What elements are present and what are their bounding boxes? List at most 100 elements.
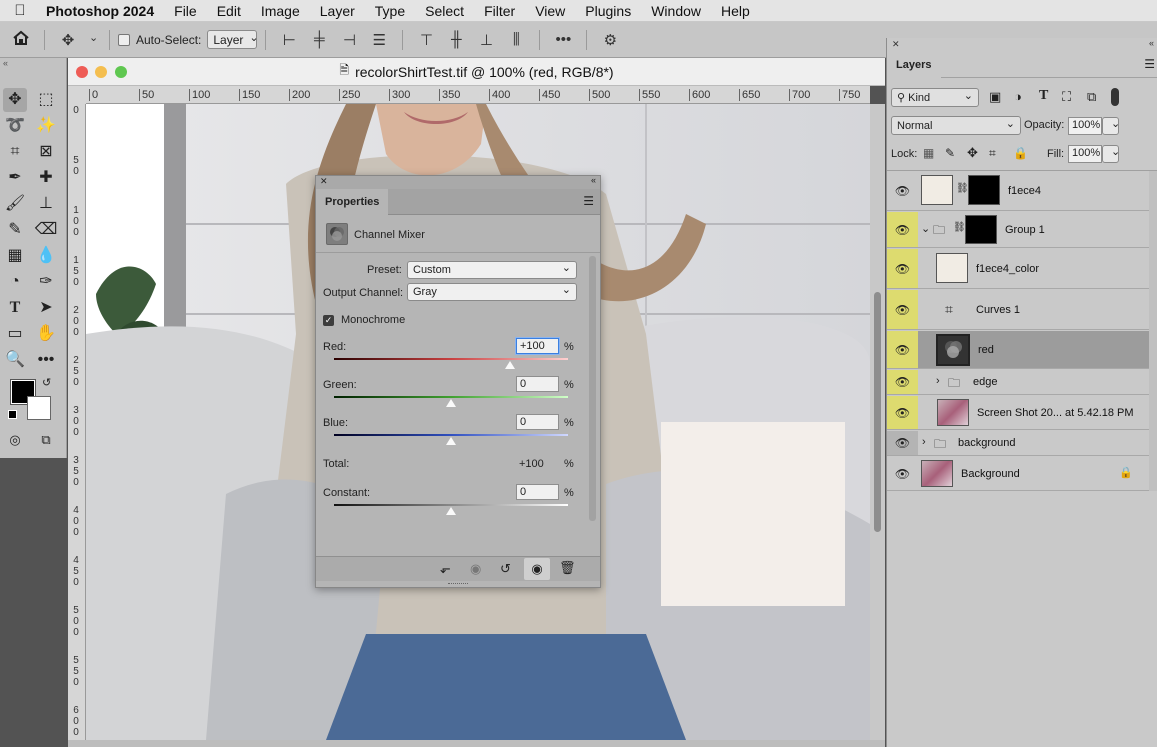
menu-help[interactable]: Help	[711, 0, 760, 22]
visibility-toggle-icon[interactable]: ◉	[524, 558, 550, 580]
layer-name[interactable]: f1ece4	[1008, 185, 1041, 197]
constant-slider-thumb[interactable]	[446, 507, 456, 515]
background-color-swatch[interactable]	[27, 396, 51, 420]
chevron-down-icon[interactable]: ⌄	[921, 222, 930, 235]
layer-row-selected[interactable]: 👁 red	[887, 331, 1149, 369]
lock-position-icon[interactable]: ✥	[967, 145, 978, 161]
magic-wand-tool-icon[interactable]: ✨	[34, 114, 58, 138]
menu-window[interactable]: Window	[641, 0, 711, 22]
minimize-window-button[interactable]	[95, 66, 107, 78]
align-left-icon[interactable]: ⊢	[280, 31, 298, 49]
tool-preset-chevron-icon[interactable]	[83, 31, 93, 48]
healing-brush-tool-icon[interactable]: ✚	[34, 166, 58, 190]
type-tool-icon[interactable]: T	[3, 296, 27, 320]
lock-artboard-icon[interactable]: ⌗	[989, 146, 996, 161]
layer-name[interactable]: Background	[961, 468, 1020, 480]
blur-tool-icon[interactable]: 💧	[34, 244, 58, 268]
quick-mask-icon[interactable]: ◎	[3, 428, 27, 452]
filter-kind-dropdown[interactable]: ⚲ Kind	[891, 88, 979, 107]
distribute-h-icon[interactable]: ☰	[370, 31, 388, 49]
home-icon[interactable]	[12, 30, 30, 50]
more-tools-icon[interactable]: •••	[34, 348, 58, 372]
view-previous-state-icon[interactable]: ◉	[470, 561, 481, 577]
layer-name[interactable]: Curves 1	[976, 304, 1020, 316]
panel-menu-icon[interactable]: ☰	[583, 194, 594, 208]
clone-stamp-tool-icon[interactable]: ⊥	[34, 192, 58, 216]
clip-to-layer-icon[interactable]: ⬐	[440, 561, 451, 577]
layer-name[interactable]: red	[978, 344, 994, 356]
preset-dropdown[interactable]: Custom	[407, 261, 577, 279]
eye-icon[interactable]: 👁	[887, 171, 918, 210]
fill-input[interactable]: 100%	[1068, 145, 1102, 163]
menu-plugins[interactable]: Plugins	[575, 0, 641, 22]
path-selection-tool-icon[interactable]: ➤	[34, 296, 58, 320]
apple-icon[interactable]: 	[0, 2, 40, 19]
constant-slider-track[interactable]	[334, 504, 568, 506]
layer-row[interactable]: 👁 › 🗀 background	[887, 431, 1149, 456]
layer-name[interactable]: edge	[973, 376, 997, 388]
layer-row[interactable]: 👁 Screen Shot 20... at 5.42.18 PM	[887, 396, 1149, 430]
layers-panel-header[interactable]: ✕ «	[887, 38, 1157, 52]
gradient-tool-icon[interactable]: ▦	[3, 244, 27, 268]
layer-name[interactable]: background	[958, 437, 1016, 449]
menu-edit[interactable]: Edit	[207, 0, 251, 22]
filter-shape-icon[interactable]: ⛶	[1062, 89, 1071, 105]
document-tab[interactable]: 🗎 recolorShirtTest.tif @ 100% (red, RGB/…	[68, 58, 885, 86]
brush-tool-icon[interactable]: 🖌	[3, 192, 27, 216]
constant-input[interactable]: 0	[516, 484, 559, 500]
red-slider-thumb[interactable]	[504, 361, 515, 369]
close-icon[interactable]: ✕	[320, 176, 328, 187]
layer-row[interactable]: 👁 › 🗀 edge	[887, 370, 1149, 395]
layer-name[interactable]: f1ece4_color	[976, 263, 1039, 275]
monochrome-checkbox[interactable]: ✓	[323, 315, 334, 326]
menu-image[interactable]: Image	[251, 0, 310, 22]
menu-file[interactable]: File	[164, 0, 207, 22]
filter-toggle-icon[interactable]	[1111, 88, 1119, 106]
properties-panel-header[interactable]: ✕ «	[316, 175, 600, 189]
collapse-icon[interactable]: «	[591, 175, 596, 185]
layer-row[interactable]: 👁 ⌄ 🗀 ⛓ Group 1	[887, 212, 1149, 248]
eye-icon[interactable]: 👁	[887, 457, 918, 490]
red-input[interactable]: +100	[516, 338, 559, 354]
lock-all-icon[interactable]: 🔒	[1013, 146, 1028, 160]
frame-tool-icon[interactable]: ⊠	[34, 140, 58, 164]
blue-slider-thumb[interactable]	[446, 437, 456, 445]
blue-slider-track[interactable]	[334, 434, 568, 436]
ruler-origin[interactable]	[68, 86, 86, 104]
menu-view[interactable]: View	[525, 0, 575, 22]
move-tool-icon[interactable]: ✥	[3, 88, 27, 112]
eye-icon[interactable]: 👁	[887, 290, 918, 329]
align-bottom-icon[interactable]: ⊥	[477, 31, 495, 49]
rectangle-tool-icon[interactable]: ▭	[3, 322, 27, 346]
lock-pixels-icon[interactable]: ✎	[945, 146, 955, 160]
reset-icon[interactable]: ↺	[500, 561, 511, 577]
align-middle-v-icon[interactable]: ╫	[447, 31, 465, 48]
auto-select-dropdown[interactable]: Layer	[207, 30, 258, 49]
eyedropper-tool-icon[interactable]: ✒	[3, 166, 27, 190]
align-top-icon[interactable]: ⊤	[417, 31, 435, 49]
close-icon[interactable]: ✕	[892, 39, 900, 50]
layer-row[interactable]: 👁 f1ece4_color	[887, 249, 1149, 289]
green-slider-track[interactable]	[334, 396, 568, 398]
lasso-tool-icon[interactable]: ➰	[3, 114, 27, 138]
collapse-icon[interactable]: «	[1149, 38, 1154, 48]
filter-adjustment-icon[interactable]: ◑	[1014, 89, 1022, 104]
blue-input[interactable]: 0	[516, 414, 559, 430]
panel-menu-icon[interactable]: ☰	[1144, 57, 1155, 71]
fill-dropdown[interactable]	[1102, 145, 1119, 163]
red-slider-track[interactable]	[334, 358, 568, 360]
eye-icon[interactable]: 👁	[887, 396, 918, 429]
layer-row[interactable]: 👁 Background 🔒	[887, 457, 1149, 491]
marquee-tool-icon[interactable]: ⬚	[34, 88, 58, 112]
link-icon[interactable]: ⛓	[953, 222, 966, 233]
resize-grip[interactable]	[448, 583, 468, 586]
layer-name[interactable]: Group 1	[1005, 224, 1045, 236]
layer-row[interactable]: 👁 ⌗ Curves 1	[887, 290, 1149, 330]
history-brush-tool-icon[interactable]: ✎	[3, 218, 27, 242]
filter-smart-object-icon[interactable]: ⧉	[1087, 89, 1096, 105]
vertical-scrollbar[interactable]	[870, 104, 885, 740]
tab-properties[interactable]: Properties	[316, 189, 388, 215]
output-channel-dropdown[interactable]: Gray	[407, 283, 577, 301]
default-colors-icon[interactable]	[8, 410, 17, 419]
hand-tool-icon[interactable]: ✋	[34, 322, 58, 346]
